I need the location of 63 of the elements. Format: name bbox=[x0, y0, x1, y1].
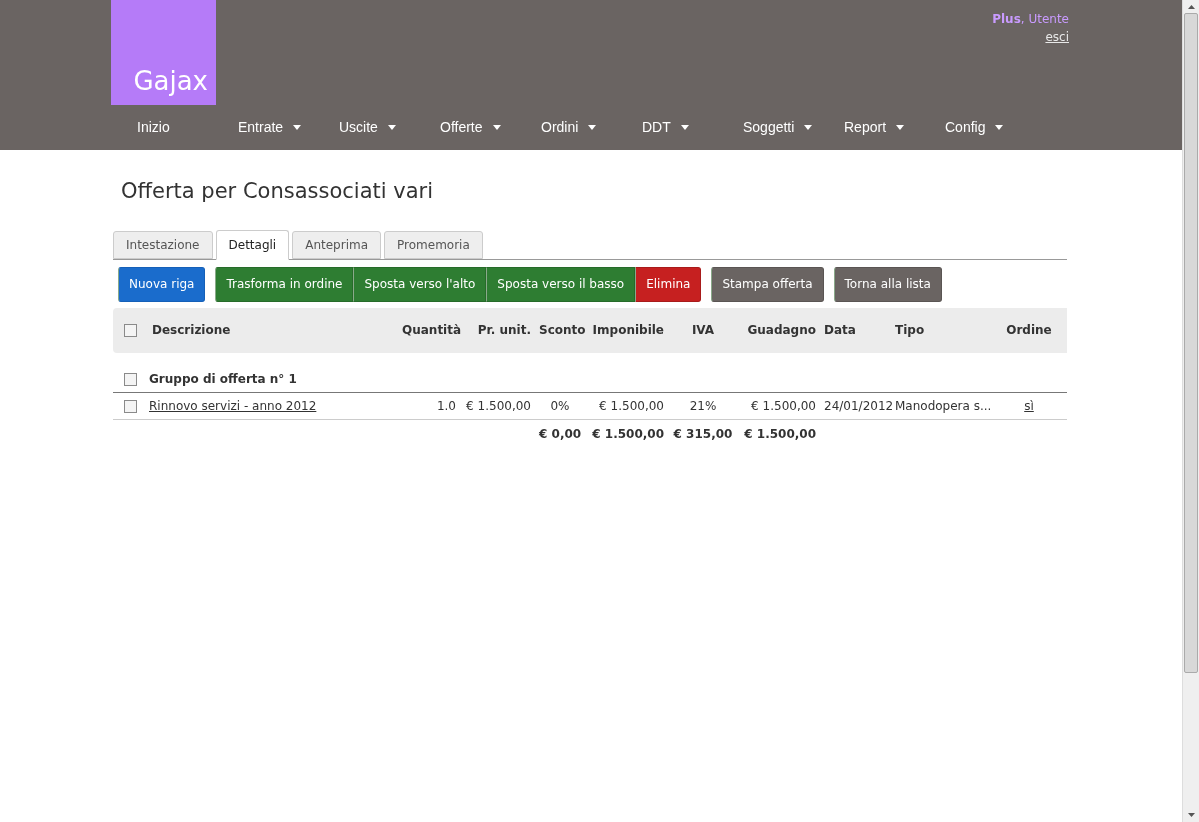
caret-icon bbox=[680, 125, 689, 130]
table-cell: € 1.500,00 bbox=[585, 392, 668, 420]
toolbar-button[interactable]: Trasforma in ordine bbox=[215, 266, 354, 302]
total-cell: € 1.500,00 bbox=[592, 426, 664, 441]
nav-menu-item[interactable]: Inizio bbox=[111, 117, 212, 138]
logout-link[interactable]: esci bbox=[1045, 28, 1069, 46]
total-cell: € 1.500,00 bbox=[744, 426, 816, 441]
app-logo[interactable]: Gajax bbox=[111, 0, 216, 105]
caret-icon bbox=[492, 125, 501, 130]
tab[interactable]: Promemoria bbox=[384, 230, 483, 259]
row-checkbox[interactable] bbox=[124, 400, 137, 413]
nav-menu-item[interactable]: Report bbox=[818, 117, 919, 138]
table-cell: 1.0 bbox=[398, 392, 460, 420]
scrollbar-thumb[interactable] bbox=[1184, 13, 1198, 673]
caret-icon bbox=[995, 125, 1004, 130]
caret-icon bbox=[896, 125, 905, 130]
table-cell: € 1.500,00 bbox=[738, 392, 820, 420]
caret-icon bbox=[387, 125, 396, 130]
toolbar-button[interactable]: Elimina bbox=[635, 266, 702, 302]
toolbar-button[interactable]: Torna alla lista bbox=[833, 266, 942, 302]
caret-icon bbox=[588, 125, 597, 130]
table-cell: 21% bbox=[668, 392, 738, 420]
toolbar-button[interactable]: Sposta verso il basso bbox=[486, 266, 636, 302]
nav-menu-item[interactable]: Config bbox=[919, 117, 1020, 138]
column-header: Guadagno bbox=[738, 307, 820, 353]
total-cell: € 315,00 bbox=[673, 426, 733, 441]
column-header: Quantità bbox=[398, 307, 460, 353]
column-header: Descrizione bbox=[148, 307, 398, 353]
total-cell: € 0,00 bbox=[539, 426, 582, 441]
table-cell: € 1.500,00 bbox=[460, 392, 535, 420]
tab[interactable]: Anteprima bbox=[292, 230, 382, 259]
group-title: Gruppo di offerta n° 1 bbox=[149, 372, 297, 386]
column-header: Pr. unit. bbox=[460, 307, 535, 353]
nav-menu-item[interactable]: Entrate bbox=[212, 117, 313, 138]
nav-menu-item[interactable]: Ordini bbox=[515, 117, 616, 138]
scroll-up-icon[interactable] bbox=[1187, 5, 1195, 9]
select-all-checkbox[interactable] bbox=[124, 324, 137, 337]
table-cell: 24/01/2012 bbox=[820, 392, 891, 420]
toolbar-button[interactable]: Sposta verso l'alto bbox=[353, 266, 487, 302]
nav-menu-item[interactable]: Offerte bbox=[414, 117, 515, 138]
tab[interactable]: Intestazione bbox=[113, 230, 213, 259]
column-header: Imponibile bbox=[585, 307, 668, 353]
caret-icon bbox=[293, 125, 302, 130]
column-header: Tipo bbox=[891, 307, 991, 353]
caret-icon bbox=[804, 125, 813, 130]
table-link[interactable]: sì bbox=[991, 392, 1067, 420]
column-header: Sconto bbox=[535, 307, 585, 353]
user-label: Plus, Utente bbox=[992, 11, 1069, 28]
scroll-down-icon[interactable] bbox=[1187, 813, 1195, 817]
table-cell: 0% bbox=[535, 392, 585, 420]
nav-menu-item[interactable]: Soggetti bbox=[717, 117, 818, 138]
tab[interactable]: Dettagli bbox=[215, 229, 290, 260]
page-title: Offerta per Consassociati vari bbox=[121, 178, 434, 205]
table-link[interactable]: Rinnovo servizi - anno 2012 bbox=[148, 392, 398, 420]
toolbar-button[interactable]: Stampa offerta bbox=[711, 266, 824, 302]
nav-menu-item[interactable]: DDT bbox=[616, 117, 717, 138]
row-checkbox[interactable] bbox=[124, 373, 137, 386]
column-header: Ordine bbox=[991, 307, 1067, 353]
column-header: IVA bbox=[668, 307, 738, 353]
column-header: Data bbox=[820, 307, 891, 353]
nav-menu-item[interactable]: Uscite bbox=[313, 117, 414, 138]
toolbar-button[interactable]: Nuova riga bbox=[118, 266, 206, 302]
table-cell: Manodopera s... bbox=[891, 392, 991, 420]
